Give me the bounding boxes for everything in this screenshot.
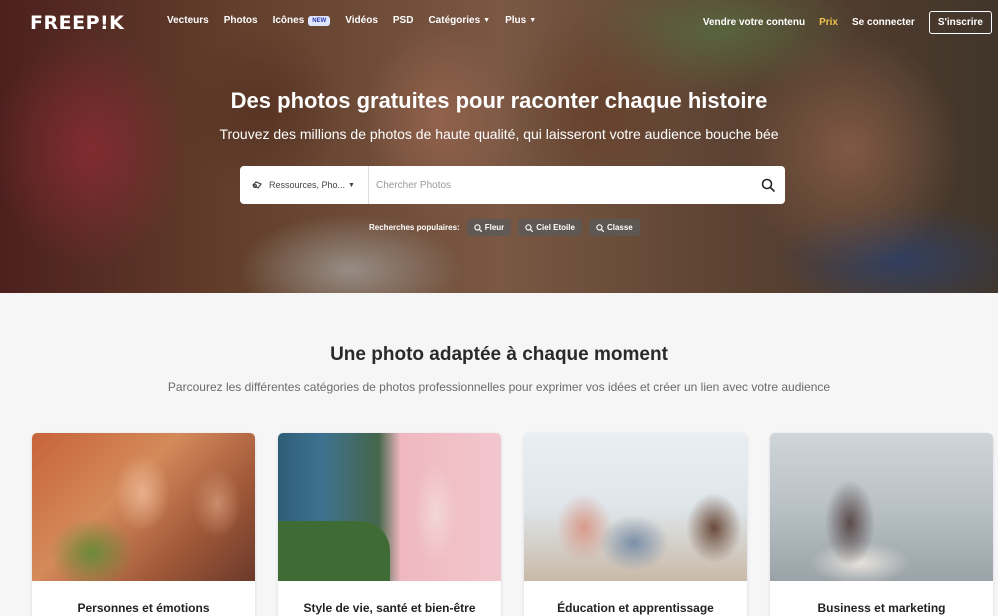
category-cards: Personnes et émotions Style de vie, sant… — [32, 433, 993, 616]
search-icon — [525, 223, 534, 232]
category-card[interactable]: Éducation et apprentissage — [524, 433, 747, 616]
caret-down-icon: ▼ — [483, 17, 491, 24]
search-bar: Ressources, Pho... ▼ — [240, 166, 785, 204]
search-icon — [596, 223, 604, 232]
popular-tag[interactable]: Classe — [588, 219, 640, 236]
category-image — [278, 433, 501, 581]
category-image — [32, 433, 255, 581]
caret-down-icon: ▼ — [348, 181, 355, 189]
category-card[interactable]: Personnes et émotions — [32, 433, 255, 616]
nav-categories-label: Catégories — [428, 15, 481, 26]
nav-categories[interactable]: Catégories ▼ — [428, 15, 490, 26]
category-image — [524, 433, 747, 581]
category-image — [770, 433, 993, 581]
hero-subtitle: Trouvez des millions de photos de haute … — [219, 126, 779, 142]
nav-more-label: Plus — [505, 15, 527, 26]
category-label: Style de vie, santé et bien-être — [303, 601, 476, 615]
search-button[interactable] — [751, 166, 785, 204]
search-input[interactable] — [369, 166, 751, 204]
nav-vectors[interactable]: Vecteurs — [167, 15, 209, 26]
main-nav: Vecteurs Photos Icônes NEW Vidéos PSD Cat… — [167, 15, 551, 26]
login-link[interactable]: Se connecter — [852, 17, 915, 28]
nav-photos[interactable]: Photos — [224, 15, 258, 26]
popular-tag-label: Fleur — [484, 223, 505, 232]
nav-vectors-label: Vecteurs — [167, 15, 209, 26]
search-icon — [473, 223, 482, 232]
caret-down-icon: ▼ — [529, 17, 537, 24]
nav-videos[interactable]: Vidéos — [345, 15, 378, 26]
new-badge: NEW — [308, 15, 331, 26]
resource-type-label: Ressources, Pho... — [269, 180, 346, 190]
nav-more[interactable]: Plus ▼ — [505, 15, 536, 26]
account-nav: Vendre votre contenu Prix Se connecter S… — [689, 11, 992, 34]
nav-videos-label: Vidéos — [345, 15, 378, 26]
nav-psd[interactable]: PSD — [393, 15, 414, 26]
popular-searches-label: Recherches populaires: — [369, 223, 460, 232]
popular-tag-label: Ciel Etoile — [536, 223, 575, 232]
sell-content-link[interactable]: Vendre votre contenu — [703, 17, 805, 28]
category-label: Business et marketing — [817, 601, 946, 615]
popular-tag[interactable]: Ciel Etoile — [518, 219, 582, 236]
hero-title: Des photos gratuites pour raconter chaqu… — [230, 88, 768, 113]
nav-icons-label: Icônes — [272, 15, 305, 26]
popular-tag[interactable]: Fleur — [466, 219, 512, 236]
search-icon — [761, 178, 775, 192]
pricing-link[interactable]: Prix — [819, 17, 838, 28]
popular-tag-label: Classe — [606, 223, 633, 232]
category-label: Éducation et apprentissage — [557, 601, 714, 615]
section-subtitle: Parcourez les différentes catégories de … — [167, 380, 831, 394]
signup-button[interactable]: S'inscrire — [928, 11, 992, 34]
nav-psd-label: PSD — [392, 15, 414, 26]
resources-icon — [252, 181, 262, 189]
category-card[interactable]: Style de vie, santé et bien-être — [278, 433, 501, 616]
freepik-logo[interactable]: FREEP!K — [30, 12, 124, 34]
category-label: Personnes et émotions — [77, 601, 210, 615]
resource-type-dropdown[interactable]: Ressources, Pho... ▼ — [240, 166, 369, 204]
popular-searches: Recherches populaires: Fleur Ciel Etoile… — [369, 219, 647, 236]
top-navigation: FREEP!K Vecteurs Photos Icônes NEW Vidéos… — [0, 0, 998, 44]
section-title: Une photo adaptée à chaque moment — [330, 344, 668, 365]
nav-icons[interactable]: Icônes NEW — [273, 15, 331, 26]
nav-photos-label: Photos — [223, 15, 258, 26]
category-card[interactable]: Business et marketing — [770, 433, 993, 616]
